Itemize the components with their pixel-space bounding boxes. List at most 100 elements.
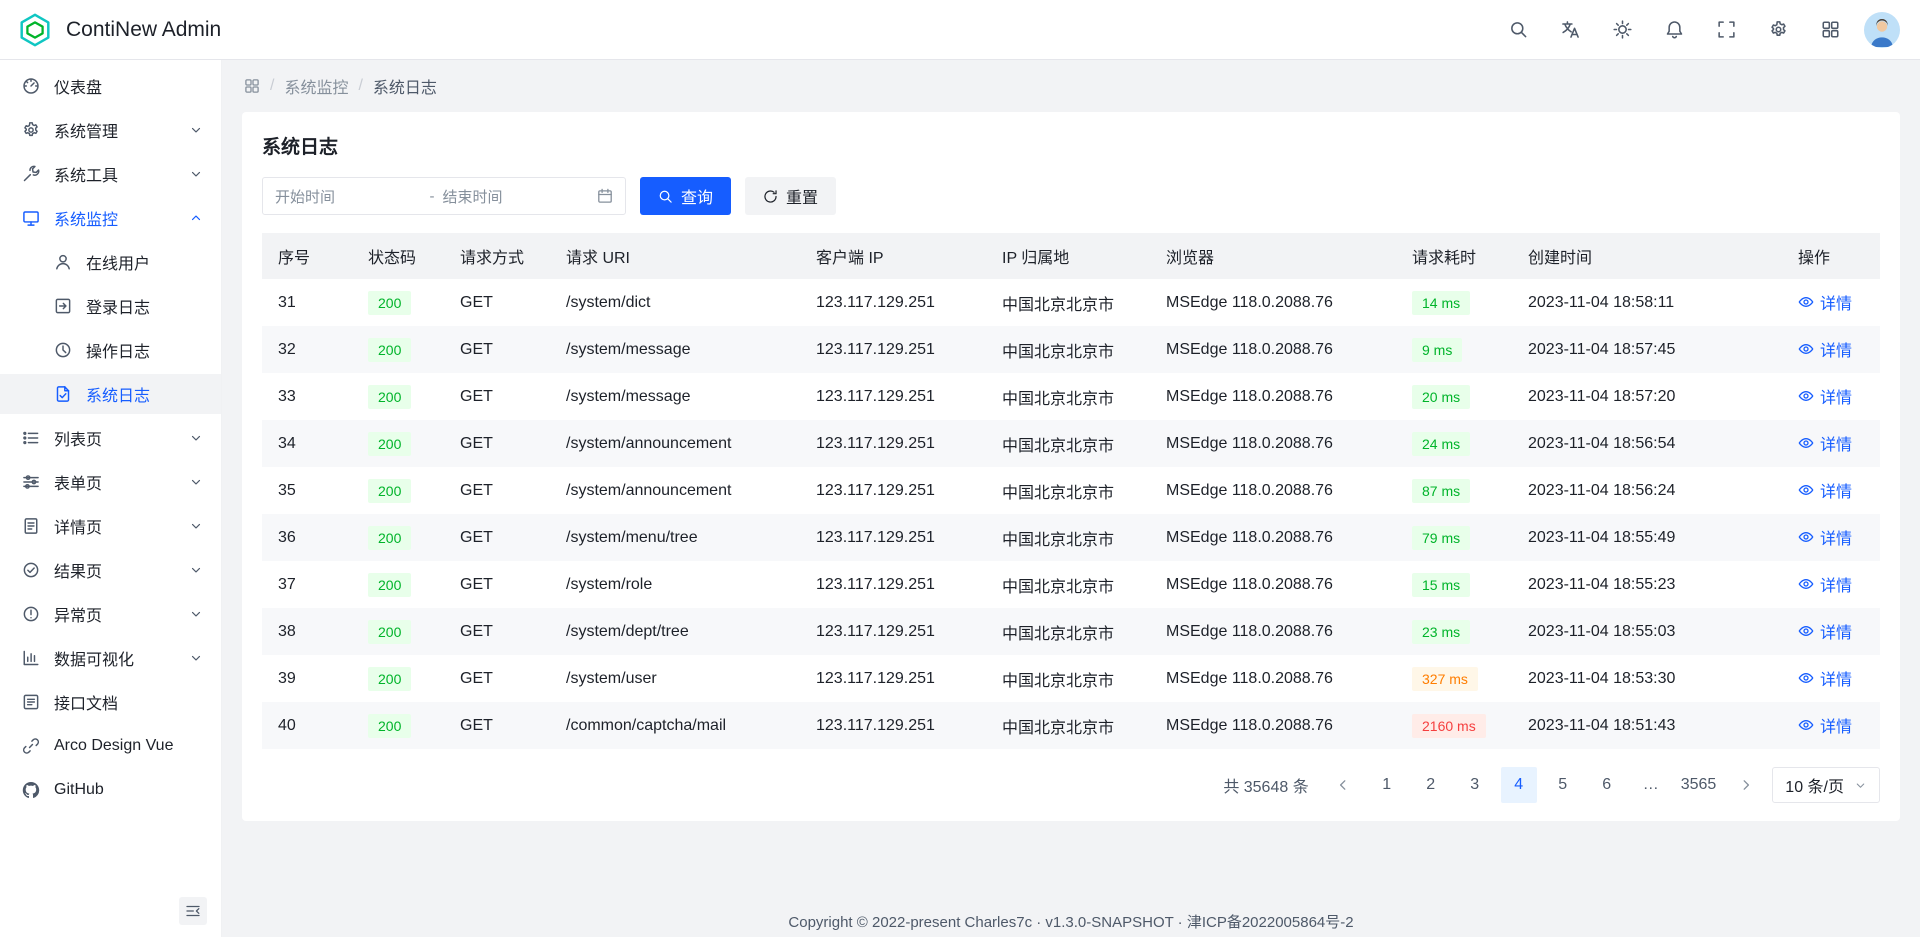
pagination-page-5[interactable]: 5: [1545, 767, 1581, 803]
detail-link[interactable]: 详情: [1798, 384, 1852, 408]
search-button[interactable]: [1500, 12, 1536, 48]
detail-link[interactable]: 详情: [1798, 525, 1852, 549]
sidebar-item-system-log[interactable]: 系统日志: [0, 374, 221, 414]
column-header: 操作: [1782, 233, 1880, 279]
sidebar-item-system-monitor[interactable]: 系统监控: [0, 198, 221, 238]
settings-button[interactable]: [1760, 12, 1796, 48]
detail-link-label: 详情: [1820, 572, 1852, 596]
theme-toggle-button[interactable]: [1604, 12, 1640, 48]
notifications-button[interactable]: [1656, 12, 1692, 48]
sidebar-item-label: 接口文档: [54, 690, 205, 714]
page-size-select[interactable]: 10 条/页: [1772, 767, 1880, 803]
cell-created: 2023-11-04 18:57:45: [1512, 326, 1782, 373]
eye-icon: [1798, 576, 1814, 592]
app-logo-icon: [16, 11, 54, 49]
sidebar-nav: 仪表盘系统管理系统工具系统监控在线用户登录日志操作日志系统日志列表页表单页详情页…: [0, 60, 221, 937]
app-title: ContiNew Admin: [66, 18, 221, 42]
fullscreen-icon: [1717, 20, 1736, 39]
sidebar-item-arco-design-vue[interactable]: Arco Design Vue: [0, 726, 221, 766]
reset-button[interactable]: 重置: [745, 177, 836, 215]
sidebar-item-result-page[interactable]: 结果页: [0, 550, 221, 590]
table-row: 31200GET/system/dict123.117.129.251中国北京北…: [262, 279, 1880, 326]
status-badge: 200: [368, 385, 411, 409]
user-avatar[interactable]: [1864, 12, 1900, 48]
brand[interactable]: ContiNew Admin: [16, 11, 221, 49]
breadcrumb-current: 系统日志: [373, 74, 437, 98]
chevron-down-wrap: [187, 607, 205, 621]
search-button[interactable]: 查询: [640, 177, 731, 215]
cell-uri: /system/announcement: [550, 467, 800, 514]
pagination-page-3[interactable]: 3: [1457, 767, 1493, 803]
sidebar-collapse-button[interactable]: [179, 897, 207, 925]
chevron-up-icon: [187, 211, 205, 225]
calendar-icon-wrap: [597, 188, 613, 204]
pagination-page-6[interactable]: 6: [1589, 767, 1625, 803]
sidebar-item-system-tools[interactable]: 系统工具: [0, 154, 221, 194]
user-icon: [54, 253, 72, 271]
pagination-page-3565[interactable]: 3565: [1677, 767, 1721, 803]
sidebar-item-form-page[interactable]: 表单页: [0, 462, 221, 502]
cell-method: GET: [444, 608, 550, 655]
detail-link[interactable]: 详情: [1798, 619, 1852, 643]
sidebar-item-label: 登录日志: [86, 294, 205, 318]
cell-no: 39: [262, 655, 352, 702]
cell-ip-location: 中国北京北京市: [986, 373, 1150, 420]
chevron-down-icon: [187, 607, 205, 621]
status-badge: 200: [368, 620, 411, 644]
sidebar-item-detail-page[interactable]: 详情页: [0, 506, 221, 546]
sidebar-item-operation-log[interactable]: 操作日志: [0, 330, 221, 370]
sidebar-item-api-docs[interactable]: 接口文档: [0, 682, 221, 722]
detail-link-label: 详情: [1820, 525, 1852, 549]
column-header: 序号: [262, 233, 352, 279]
status-badge: 200: [368, 432, 411, 456]
pagination-prev-button[interactable]: [1325, 767, 1361, 803]
sidebar-item-label: 数据可视化: [54, 646, 187, 670]
detail-link[interactable]: 详情: [1798, 478, 1852, 502]
cell-method: GET: [444, 514, 550, 561]
docs-button[interactable]: [1812, 12, 1848, 48]
cell-created: 2023-11-04 18:56:54: [1512, 420, 1782, 467]
cell-no: 32: [262, 326, 352, 373]
chevron-down-wrap: [187, 475, 205, 489]
detail-link[interactable]: 详情: [1798, 431, 1852, 455]
apps-icon: [244, 78, 260, 94]
sidebar-item-dashboard[interactable]: 仪表盘: [0, 66, 221, 106]
sidebar-item-data-visualization[interactable]: 数据可视化: [0, 638, 221, 678]
cell-browser: MSEdge 118.0.2088.76: [1150, 467, 1396, 514]
detail-link-label: 详情: [1820, 384, 1852, 408]
detail-link[interactable]: 详情: [1798, 337, 1852, 361]
sidebar-item-online-users[interactable]: 在线用户: [0, 242, 221, 282]
sidebar-item-list-page[interactable]: 列表页: [0, 418, 221, 458]
table-row: 38200GET/system/dept/tree123.117.129.251…: [262, 608, 1880, 655]
sidebar-item-exception-page[interactable]: 异常页: [0, 594, 221, 634]
cell-browser: MSEdge 118.0.2088.76: [1150, 420, 1396, 467]
chevron-down-wrap: [187, 519, 205, 533]
fullscreen-button[interactable]: [1708, 12, 1744, 48]
translate-button[interactable]: [1552, 12, 1588, 48]
detail-link[interactable]: 详情: [1798, 713, 1852, 737]
sidebar-item-github[interactable]: GitHub: [0, 770, 221, 810]
pagination-page-1[interactable]: 1: [1369, 767, 1405, 803]
breadcrumb-item-monitor[interactable]: 系统监控: [284, 74, 348, 98]
pagination-page-2[interactable]: 2: [1413, 767, 1449, 803]
cell-no: 33: [262, 373, 352, 420]
sidebar-item-login-log[interactable]: 登录日志: [0, 286, 221, 326]
sidebar-item-system-management[interactable]: 系统管理: [0, 110, 221, 150]
detail-link[interactable]: 详情: [1798, 572, 1852, 596]
pagination-next-button[interactable]: [1728, 767, 1764, 803]
date-range-picker[interactable]: 开始时间 - 结束时间: [262, 177, 626, 215]
cell-uri: /system/dept/tree: [550, 608, 800, 655]
detail-link-label: 详情: [1820, 713, 1852, 737]
detail-link[interactable]: 详情: [1798, 290, 1852, 314]
date-range-separator: -: [430, 188, 435, 205]
detail-link[interactable]: 详情: [1798, 666, 1852, 690]
sidebar-item-label: 操作日志: [86, 338, 205, 362]
breadcrumb-home[interactable]: [244, 78, 260, 94]
table-row: 32200GET/system/message123.117.129.251中国…: [262, 326, 1880, 373]
table-row: 36200GET/system/menu/tree123.117.129.251…: [262, 514, 1880, 561]
cell-browser: MSEdge 118.0.2088.76: [1150, 279, 1396, 326]
pagination-page-4[interactable]: 4: [1501, 767, 1537, 803]
sidebar-item-label: 异常页: [54, 602, 187, 626]
cell-client-ip: 123.117.129.251: [800, 561, 986, 608]
chevron-down-icon: [187, 519, 205, 533]
